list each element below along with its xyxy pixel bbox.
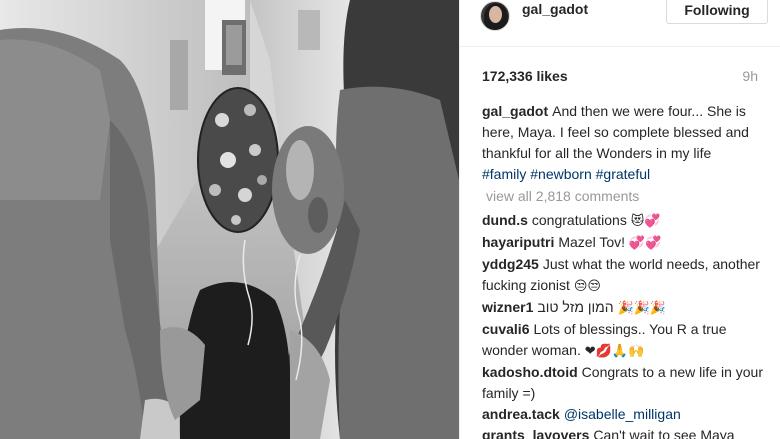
comment-text: congratulations xyxy=(531,212,627,228)
comment-item: andrea.tack @isabelle_milligan xyxy=(482,404,772,425)
photo-image xyxy=(0,0,459,439)
comment-item: wizner1 המון מזל טוב 🎉🎉🎉 xyxy=(482,297,772,319)
comment-emoji: 🎉🎉🎉 xyxy=(617,301,667,316)
mention-link[interactable]: @isabelle_milligan xyxy=(564,406,681,422)
comment-username[interactable]: hayariputri xyxy=(482,234,554,250)
comment-item: kadosho.dtoid Congrats to a new life in y… xyxy=(482,362,772,404)
comment-emoji: ❤💋🙏🙌 xyxy=(584,344,645,359)
caption: gal_gadot And then we were four... She is… xyxy=(482,101,772,185)
caption-username[interactable]: gal_gadot xyxy=(482,103,548,119)
comment-text: Mazel Tov! xyxy=(558,234,626,250)
hashtag-link[interactable]: #newborn xyxy=(530,166,592,182)
comment-item: dund.s congratulations 😻💞 xyxy=(482,210,772,232)
comment-username[interactable]: cuvali6 xyxy=(482,321,529,337)
following-button[interactable]: Following xyxy=(666,0,768,24)
comment-emoji: 😒😒 xyxy=(573,279,601,294)
comment-text: המון מזל טוב xyxy=(537,299,614,315)
comment-text: Can't wait to see Maya xyxy=(593,427,735,439)
comment-emoji: 💞💞 xyxy=(628,236,662,251)
comment-username[interactable]: kadosho.dtoid xyxy=(482,364,578,380)
comment-username[interactable]: grants_layovers xyxy=(482,427,589,439)
view-all-comments-link[interactable]: view all 2,818 comments xyxy=(486,186,772,207)
post-timestamp: 9h xyxy=(742,68,758,84)
hashtag-link[interactable]: #family xyxy=(482,166,526,182)
post-details-panel: gal_gadot Following 172,336 likes 9h gal… xyxy=(459,0,780,439)
comment-item: cuvali6 Lots of blessings.. You R a true … xyxy=(482,319,772,362)
comment-username[interactable]: wizner1 xyxy=(482,299,533,315)
comment-item: grants_layovers Can't wait to see Maya xyxy=(482,425,772,439)
comment-username[interactable]: dund.s xyxy=(482,212,528,228)
post-header: gal_gadot Following xyxy=(460,0,780,47)
comment-username[interactable]: andrea.tack xyxy=(482,406,560,422)
comments-list: gal_gadot And then we were four... She is… xyxy=(482,101,772,439)
likes-count[interactable]: 172,336 likes xyxy=(482,68,568,84)
comment-item: hayariputri Mazel Tov! 💞💞 xyxy=(482,232,772,254)
comment-item: yddg245 Just what the world needs, anothe… xyxy=(482,254,772,297)
avatar-face xyxy=(489,6,502,23)
hashtag-link[interactable]: #grateful xyxy=(596,166,650,182)
comment-emoji: 😻💞 xyxy=(630,214,661,229)
profile-avatar[interactable] xyxy=(480,1,510,31)
post-username[interactable]: gal_gadot xyxy=(522,1,588,17)
comment-username[interactable]: yddg245 xyxy=(482,256,539,272)
post-stats: 172,336 likes 9h xyxy=(460,47,780,87)
post-photo[interactable] xyxy=(0,0,459,439)
